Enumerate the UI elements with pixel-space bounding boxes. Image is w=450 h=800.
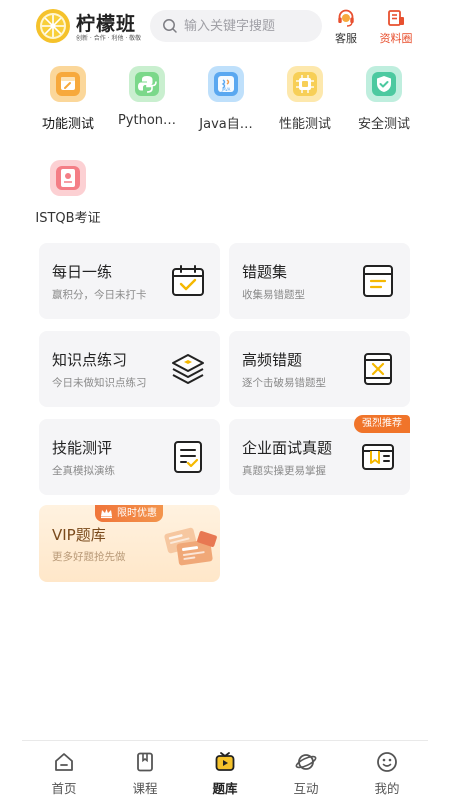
- card-title: 企业面试真题: [242, 439, 333, 457]
- category-istqb[interactable]: ISTQB考证: [26, 160, 110, 226]
- java-icon: JAVA: [208, 66, 244, 102]
- bottom-tab-bar: 首页 课程 题库 互动 我的: [22, 740, 428, 800]
- search-input[interactable]: [184, 10, 316, 42]
- headset-icon: [338, 9, 354, 27]
- book-x-icon: [364, 353, 392, 385]
- tab-interaction[interactable]: 互动: [276, 751, 336, 797]
- mistakes-collection-card[interactable]: 错题集 收集易错题型: [229, 243, 410, 319]
- category-label: 功能测试: [41, 117, 94, 132]
- crown-icon: [101, 509, 112, 519]
- home-icon: [55, 753, 73, 771]
- resources-icon: [388, 10, 404, 26]
- lemon-logo-icon: [36, 9, 70, 43]
- tab-label: 互动: [293, 781, 319, 796]
- vip-title: VIP题库: [52, 526, 106, 544]
- tab-label: 课程: [132, 781, 158, 796]
- smile-face-icon: [377, 752, 397, 772]
- tab-home[interactable]: 首页: [34, 751, 94, 797]
- python-icon: [129, 66, 165, 102]
- card-subtitle: 逐个击破易错题型: [242, 377, 326, 389]
- calendar-check-icon: [172, 265, 204, 296]
- card-title: 每日一练: [52, 263, 113, 281]
- course-book-icon: [137, 752, 153, 772]
- frequent-mistakes-card[interactable]: 高频错题 逐个击破易错题型: [229, 331, 410, 407]
- category-label: 性能测试: [278, 117, 331, 132]
- limited-offer-label: 限时优惠: [117, 508, 157, 519]
- card-subtitle: 赢积分，今日未打卡: [52, 289, 147, 301]
- customer-service-label: 客服: [335, 32, 357, 45]
- card-title: 知识点练习: [52, 351, 128, 369]
- card-title: 错题集: [242, 263, 288, 281]
- tab-profile[interactable]: 我的: [357, 751, 417, 797]
- card-subtitle: 收集易错题型: [242, 289, 305, 301]
- search-bar[interactable]: [150, 10, 322, 42]
- category-security-testing[interactable]: 安全测试: [342, 66, 426, 132]
- question-bank-icon: [215, 752, 235, 771]
- planet-icon: [295, 754, 317, 770]
- layers-icon: [172, 354, 204, 384]
- category-performance-testing[interactable]: 性能测试: [263, 66, 347, 132]
- card-title: 高频错题: [242, 351, 303, 369]
- wrench-calendar-icon: [50, 66, 86, 102]
- logo-subtitle: 创新 · 合作 · 利他 · 敬敬: [76, 35, 142, 42]
- category-java-automation[interactable]: JAVA Java自…: [184, 66, 268, 132]
- notebook-icon: [363, 265, 393, 297]
- daily-practice-card[interactable]: 每日一练 赢积分，今日未打卡: [39, 243, 220, 319]
- tab-label: 题库: [212, 781, 238, 796]
- certificate-icon: [50, 160, 86, 196]
- category-label: Python…: [117, 113, 177, 128]
- customer-service-button[interactable]: 客服: [326, 8, 366, 45]
- card-title: 技能测评: [52, 439, 113, 457]
- category-label: 安全测试: [357, 117, 410, 132]
- search-icon: [163, 19, 177, 33]
- vip-question-bank-card[interactable]: 限时优惠 VIP题库 更多好题抢先做: [39, 505, 220, 582]
- tab-label: 我的: [374, 781, 400, 796]
- header: 柠檬班 创新 · 合作 · 利他 · 敬敬 客服 资料圈: [0, 0, 450, 52]
- card-subtitle: 真题实操更易掌握: [242, 465, 326, 477]
- category-label: Java自…: [199, 117, 253, 132]
- vip-subtitle: 更多好题抢先做: [52, 551, 126, 563]
- clipboard-check-icon: [174, 441, 202, 473]
- limited-offer-tag: 限时优惠: [95, 505, 163, 522]
- resources-button[interactable]: 资料圈: [372, 8, 420, 45]
- interview-questions-card[interactable]: 强烈推荐 企业面试真题 真题实操更易掌握: [229, 415, 410, 495]
- category-label: ISTQB考证: [35, 211, 101, 226]
- category-python[interactable]: Python…: [105, 66, 189, 128]
- vip-cards-illustration: [164, 527, 217, 566]
- card-subtitle: 全真模拟演练: [52, 465, 115, 477]
- recommended-badge: 强烈推荐: [354, 415, 410, 433]
- card-subtitle: 今日未做知识点练习: [52, 377, 147, 389]
- knowledge-practice-card[interactable]: 知识点练习 今日未做知识点练习: [39, 331, 220, 407]
- bookmark-book-icon: [362, 444, 394, 470]
- shield-check-icon: [366, 66, 402, 102]
- skill-assessment-card[interactable]: 技能测评 全真模拟演练: [39, 419, 220, 495]
- chip-icon: [287, 66, 323, 102]
- app-logo[interactable]: 柠檬班 创新 · 合作 · 利他 · 敬敬: [36, 9, 141, 43]
- tab-label: 首页: [51, 781, 77, 796]
- svg-text:JAVA: JAVA: [221, 87, 231, 92]
- resources-label: 资料圈: [379, 32, 413, 45]
- tab-courses[interactable]: 课程: [115, 751, 175, 797]
- category-functional-testing[interactable]: 功能测试: [26, 66, 110, 132]
- tab-question-bank[interactable]: 题库: [195, 751, 255, 797]
- logo-title: 柠檬班: [76, 13, 137, 35]
